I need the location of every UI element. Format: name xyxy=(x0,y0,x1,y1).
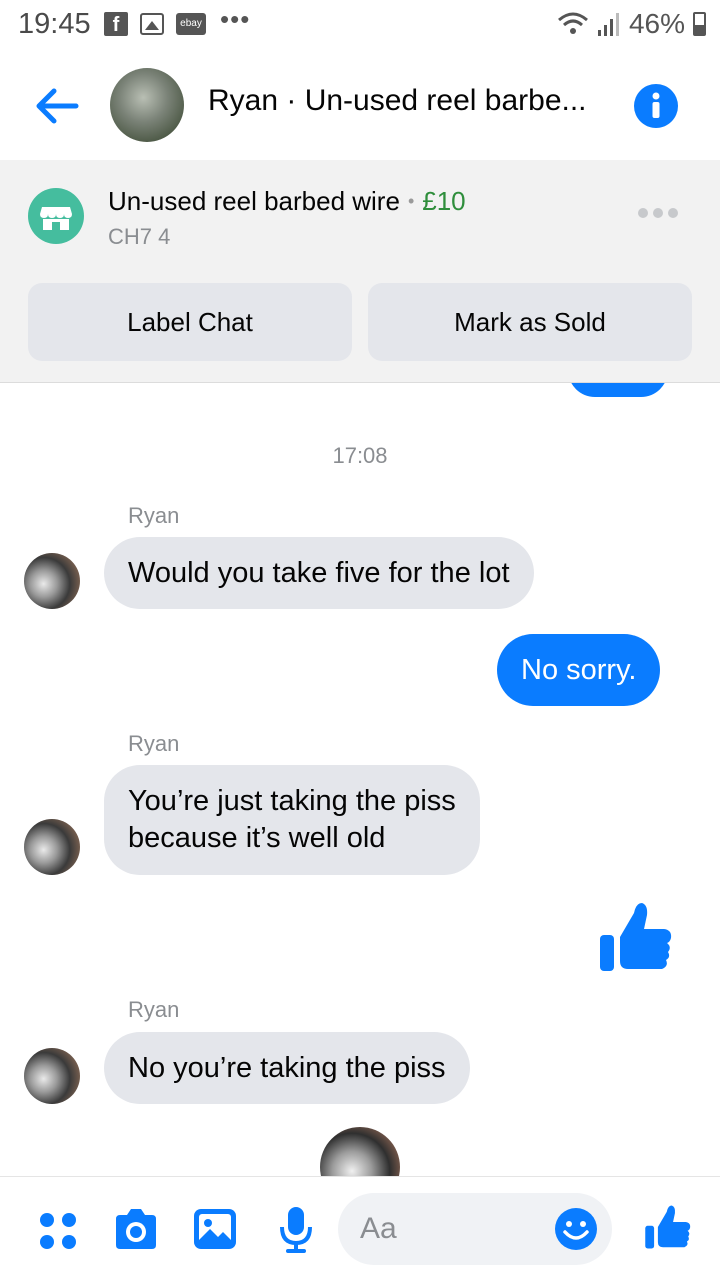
message-text-line: because it’s well old xyxy=(128,822,386,854)
emoji-icon[interactable] xyxy=(554,1207,598,1251)
ebay-icon: ebay xyxy=(176,13,206,35)
sender-name: Ryan xyxy=(128,997,180,1022)
status-bar: 19:45 f ebay ••• 46% xyxy=(0,0,720,50)
listing-location: CH7 4 xyxy=(108,224,171,249)
message-text: No you’re taking the piss xyxy=(128,1051,446,1084)
gallery-icon xyxy=(140,13,164,35)
message-text: Would you take five for the lot xyxy=(128,556,510,589)
thumbs-up-icon[interactable] xyxy=(598,899,674,975)
message-thread[interactable]: 17:08 Ryan Would you take five for the l… xyxy=(0,383,720,1176)
wifi-icon xyxy=(557,12,588,34)
avatar[interactable] xyxy=(24,819,80,875)
notification-icons: f ebay ••• xyxy=(104,4,250,36)
message-text: No sorry. xyxy=(521,653,637,686)
microphone-icon[interactable] xyxy=(278,1205,314,1255)
sender-name: Ryan xyxy=(128,731,180,756)
conversation-title[interactable]: Ryan · Un-used reel barbe... xyxy=(208,84,587,118)
image-icon[interactable] xyxy=(192,1207,238,1251)
facebook-icon: f xyxy=(104,12,128,36)
store-icon xyxy=(28,188,84,244)
listing-price: £10 xyxy=(422,186,466,216)
seen-indicator-avatar xyxy=(320,1127,400,1176)
info-icon[interactable] xyxy=(634,84,678,128)
incoming-message-bubble[interactable]: No you’re taking the piss xyxy=(104,1032,470,1104)
status-time: 19:45 xyxy=(18,8,91,40)
signal-icon xyxy=(597,13,619,36)
message-text-line: You’re just taking the piss xyxy=(128,785,456,817)
timestamp-separator: 17:08 xyxy=(332,443,388,468)
listing-title: Un-used reel barbed wire xyxy=(108,186,400,216)
avatar[interactable] xyxy=(110,68,184,142)
battery-icon xyxy=(693,12,706,36)
conversation-header: Ryan · Un-used reel barbe... xyxy=(0,50,720,160)
status-right: 46% xyxy=(557,8,706,40)
sender-name: Ryan xyxy=(128,503,180,528)
avatar[interactable] xyxy=(24,1048,80,1104)
marketplace-listing-panel: Un-used reel barbed wire • £10 CH7 4 Label… xyxy=(0,160,720,383)
thumbs-up-icon[interactable] xyxy=(644,1201,692,1253)
incoming-message-bubble[interactable]: Would you take five for the lot xyxy=(104,537,534,609)
camera-icon[interactable] xyxy=(112,1207,160,1251)
mark-as-sold-button[interactable]: Mark as Sold xyxy=(368,283,692,361)
avatar[interactable] xyxy=(24,553,80,609)
apps-icon[interactable] xyxy=(38,1211,78,1251)
message-composer xyxy=(0,1176,720,1281)
more-options-icon[interactable] xyxy=(638,208,678,218)
more-notifications-icon: ••• xyxy=(220,3,251,34)
back-arrow-icon[interactable] xyxy=(32,82,80,130)
battery-percent: 46% xyxy=(628,8,685,39)
incoming-message-bubble[interactable]: You’re just taking the piss because it’s… xyxy=(104,765,480,875)
listing-separator: • xyxy=(407,191,415,211)
listing-title-row[interactable]: Un-used reel barbed wire • £10 xyxy=(108,186,466,217)
outgoing-message-bubble-partial xyxy=(568,383,668,397)
outgoing-message-bubble[interactable]: No sorry. xyxy=(497,634,661,706)
label-chat-button[interactable]: Label Chat xyxy=(28,283,352,361)
